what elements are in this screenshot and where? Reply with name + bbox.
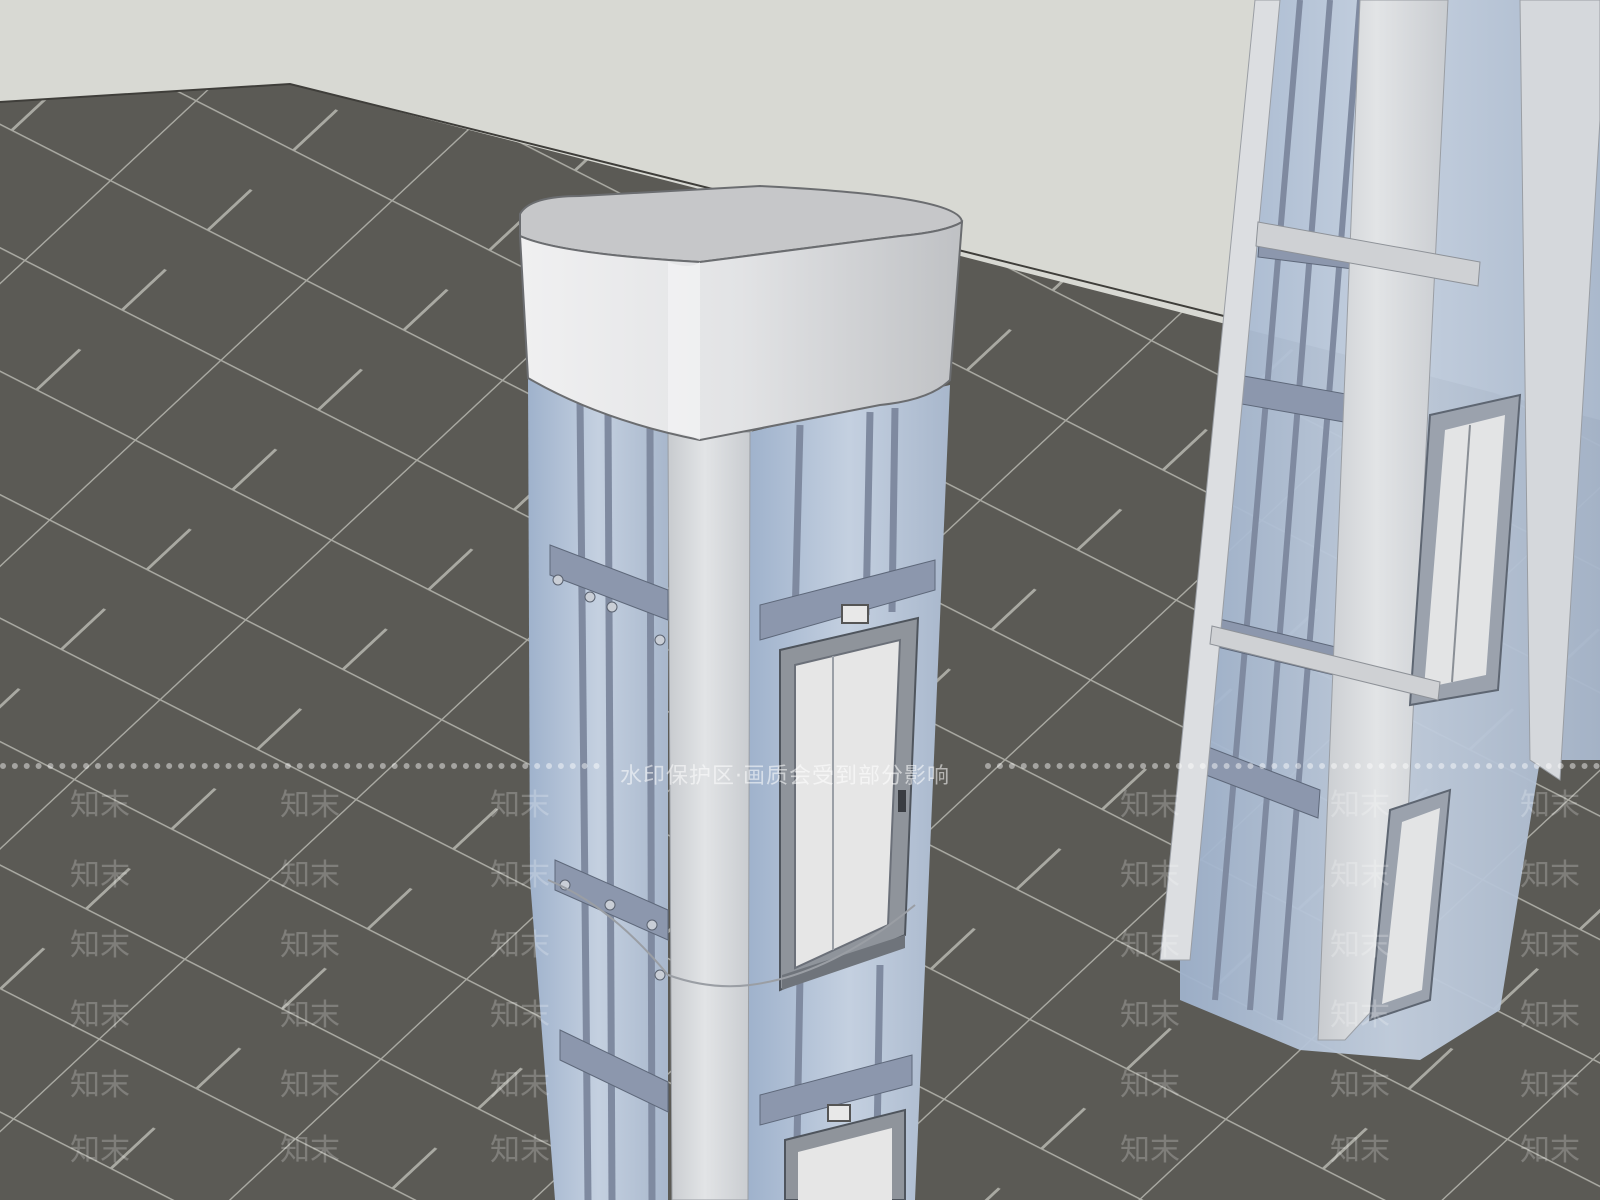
- call-button-panel: [898, 790, 906, 812]
- center-elevator-shaft: [518, 184, 964, 1200]
- floor-indicator-panel-lower: [827, 1104, 851, 1122]
- elevator-scene: [0, 0, 1600, 1200]
- center-shaft-cap-edge: [668, 262, 700, 440]
- center-shaft-pillar: [667, 431, 751, 1200]
- floor-indicator-panel: [841, 604, 869, 624]
- center-elevator-door: [779, 616, 920, 992]
